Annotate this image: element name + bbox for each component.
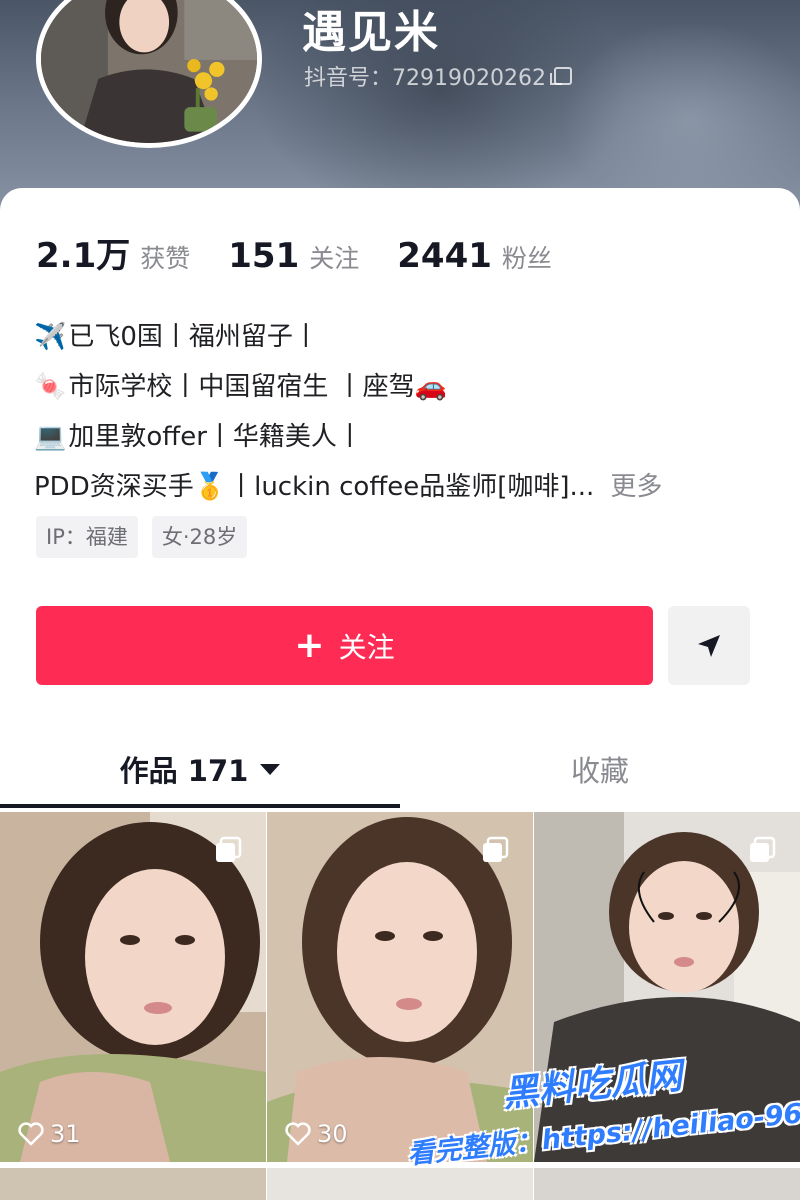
send-icon: [698, 634, 720, 657]
post-likes-count: 30: [317, 1120, 348, 1148]
profile-card: 2.1万 获赞 151 关注 2441 粉丝 ✈️ 已飞0国丨福州留子丨 🍬 市…: [0, 188, 800, 1200]
tab-works-label: 作品 171: [119, 754, 249, 788]
post-thumbnail[interactable]: [0, 1168, 266, 1200]
tab-works[interactable]: 作品 171: [0, 728, 400, 810]
bio-line-4-text-a: PDD资深买手: [34, 472, 194, 502]
active-tab-indicator: [0, 804, 400, 808]
multi-image-icon: [216, 836, 242, 862]
stats-row: 2.1万 获赞 151 关注 2441 粉丝: [36, 228, 590, 277]
follow-button-label: 关注: [338, 630, 395, 664]
content-tabs: 作品 171 收藏: [0, 728, 800, 810]
laptop-icon: 💻: [34, 422, 67, 452]
bio-line-1-text: 已飞0国丨福州留子丨: [68, 322, 319, 352]
post-likes: 30: [285, 1120, 348, 1148]
douyin-id-text: 抖音号：72919020262: [304, 66, 546, 91]
car-icon: 🚗: [414, 372, 448, 402]
post-thumbnail[interactable]: 31: [0, 812, 266, 1162]
tab-favorites[interactable]: 收藏: [400, 728, 800, 810]
stat-followers[interactable]: 2441 粉丝: [397, 236, 552, 276]
heart-icon: [285, 1122, 311, 1146]
post-thumbnail[interactable]: 30: [267, 812, 533, 1162]
stat-likes-label: 获赞: [140, 244, 191, 273]
profile-nickname: 遇见米: [302, 7, 440, 58]
plus-icon: +: [294, 624, 325, 666]
profile-tags: IP：福建 女·28岁: [36, 516, 261, 558]
airplane-icon: ✈️: [34, 322, 67, 352]
bio-line-4: PDD资深买手 🥇 丨luckin coffee品鉴师[咖啡]... 更多: [34, 462, 774, 512]
bio-line-4-text-b: 丨luckin coffee品鉴师[咖啡]...: [228, 472, 595, 502]
send-message-button[interactable]: [668, 606, 750, 685]
post-thumbnail[interactable]: [534, 1168, 800, 1200]
bio-line-2: 🍬 市际学校丨中国留宿生 丨座驾 🚗: [34, 362, 774, 412]
gender-age-tag: 女·28岁: [151, 516, 248, 558]
bio-line-3-text: 加里敦offer丨华籍美人丨: [68, 422, 363, 452]
stat-likes-value: 2.1万: [36, 236, 131, 276]
post-image: [0, 812, 266, 1162]
stat-following-value: 151: [228, 236, 300, 276]
post-likes-count: 31: [50, 1120, 81, 1148]
stat-following[interactable]: 151 关注: [228, 236, 359, 276]
multi-image-icon: [483, 836, 509, 862]
bio-line-2-text: 市际学校丨中国留宿生 丨座驾: [68, 372, 415, 402]
post-likes: 31: [18, 1120, 81, 1148]
douyin-id[interactable]: 抖音号：72919020262: [304, 60, 572, 92]
bio: ✈️ 已飞0国丨福州留子丨 🍬 市际学校丨中国留宿生 丨座驾 🚗 💻 加里敦of…: [34, 312, 774, 512]
copy-icon[interactable]: [549, 67, 572, 85]
stat-followers-value: 2441: [397, 236, 492, 276]
caret-down-icon[interactable]: [260, 763, 281, 775]
bio-line-3: 💻 加里敦offer丨华籍美人丨: [34, 412, 774, 462]
post-thumbnail[interactable]: [267, 1168, 533, 1200]
bio-more-link[interactable]: 更多: [610, 462, 662, 512]
gold-medal-icon: 🥇: [193, 472, 227, 502]
multi-image-icon: [750, 836, 776, 862]
ip-tag: IP：福建: [36, 516, 138, 558]
stat-following-label: 关注: [309, 244, 360, 273]
post-image: [267, 812, 533, 1162]
stat-likes[interactable]: 2.1万 获赞: [36, 228, 190, 277]
follow-button[interactable]: + 关注: [36, 606, 653, 685]
heart-icon: [18, 1122, 44, 1146]
tab-favorites-label: 收藏: [570, 754, 629, 788]
bio-line-1: ✈️ 已飞0国丨福州留子丨: [34, 312, 774, 362]
profile-screen: 遇见米 抖音号：72919020262 2.1万 获赞 151 关注 2441 …: [0, 0, 800, 1200]
stat-followers-label: 粉丝: [501, 244, 552, 273]
candy-icon: 🍬: [34, 372, 67, 402]
